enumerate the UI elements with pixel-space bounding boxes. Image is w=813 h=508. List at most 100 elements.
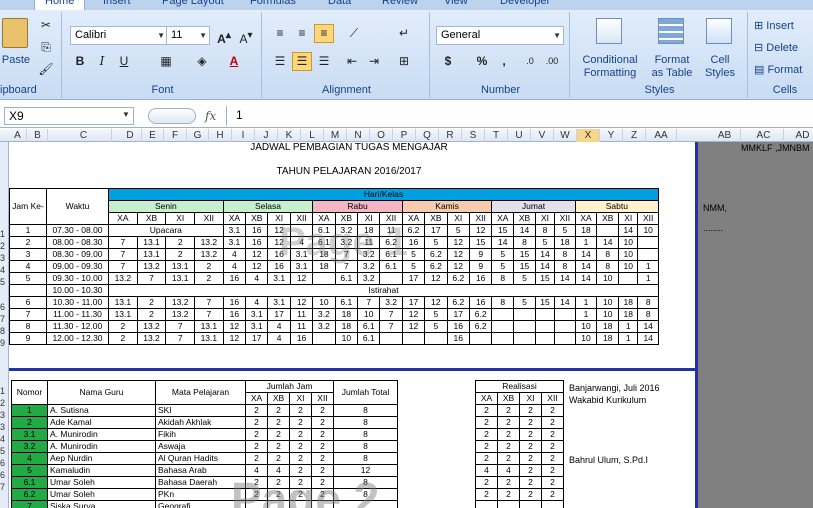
realisasi-cell[interactable]: 2	[541, 428, 564, 441]
insert-cells-button[interactable]: ⊞ Insert	[754, 20, 794, 33]
number-format-combo[interactable]: General ▼	[436, 26, 564, 45]
schedule-cell[interactable]: 12	[245, 248, 269, 261]
schedule-cell[interactable]: 13.1	[165, 272, 196, 285]
class-header[interactable]: XI	[519, 392, 542, 405]
schedule-cell[interactable]: 2	[108, 332, 138, 345]
schedule-cell[interactable]: 5	[513, 272, 536, 285]
align-top-icon[interactable]: ≡	[270, 24, 290, 43]
day-header[interactable]: Jumat	[491, 200, 576, 213]
tab-view[interactable]: View	[444, 0, 468, 9]
teacher-subject[interactable]: Akidah Akhlak	[155, 416, 246, 429]
jam-cell[interactable]: 7	[9, 308, 47, 321]
schedule-cell[interactable]	[513, 332, 536, 345]
schedule-cell[interactable]: 16	[245, 236, 269, 249]
schedule-cell[interactable]: 2	[136, 308, 167, 321]
schedule-cell[interactable]: 18	[554, 236, 576, 249]
hours-cell[interactable]: 2	[267, 416, 290, 429]
schedule-cell[interactable]: 10	[637, 224, 659, 237]
class-header[interactable]: XA	[222, 212, 247, 225]
schedule-cell[interactable]: 4	[245, 296, 269, 309]
orientation-icon[interactable]: ⟋	[344, 24, 364, 43]
realisasi-cell[interactable]: 2	[475, 452, 498, 465]
teacher-name[interactable]: A. Munirodin	[47, 440, 156, 453]
increase-indent-icon[interactable]: ⇥	[364, 52, 384, 71]
schedule-cell[interactable]: 14	[637, 320, 659, 333]
schedule-cell[interactable]: 6.1	[334, 296, 359, 309]
column-header[interactable]: N	[347, 129, 370, 142]
schedule-cell[interactable]: 13.2	[136, 320, 167, 333]
column-header[interactable]: AD	[784, 129, 813, 142]
teacher-number[interactable]: 7	[11, 500, 48, 508]
total-cell[interactable]: 8	[333, 416, 398, 429]
teacher-number[interactable]: 4	[11, 452, 48, 465]
schedule-cell[interactable]: 3.1	[245, 320, 269, 333]
schedule-cell[interactable]	[618, 272, 639, 285]
schedule-cell[interactable]	[401, 332, 426, 345]
schedule-cell[interactable]: 8	[596, 260, 620, 273]
schedule-cell[interactable]	[534, 320, 556, 333]
column-header[interactable]: M	[324, 129, 347, 142]
schedule-cell[interactable]: 16	[222, 272, 247, 285]
name-box[interactable]: X9	[4, 107, 134, 125]
column-header[interactable]: AB	[709, 129, 741, 142]
realisasi-cell[interactable]: 2	[475, 440, 498, 453]
schedule-cell[interactable]: 7	[108, 248, 138, 261]
row-header[interactable]: 3	[0, 410, 9, 420]
schedule-cell[interactable]: 3.1	[222, 224, 247, 237]
realisasi-cell[interactable]: 2	[497, 404, 520, 417]
header-realisasi[interactable]: Realisasi	[475, 380, 564, 393]
class-header[interactable]: XA	[491, 212, 515, 225]
schedule-cell[interactable]: 12	[401, 308, 426, 321]
hours-cell[interactable]: 2	[311, 440, 334, 453]
ceremony-cell[interactable]: Upacara	[108, 224, 224, 237]
schedule-cell[interactable]	[513, 308, 536, 321]
schedule-cell[interactable]: 14	[574, 272, 598, 285]
schedule-cell[interactable]: 7	[357, 296, 381, 309]
row-header[interactable]: 3	[0, 422, 9, 432]
schedule-cell[interactable]: 16	[222, 296, 247, 309]
realisasi-cell[interactable]: 2	[541, 404, 564, 417]
hours-cell[interactable]: 2	[289, 416, 312, 429]
bold-button[interactable]: B	[70, 52, 90, 71]
schedule-cell[interactable]: 12	[222, 320, 247, 333]
class-header[interactable]: XI	[165, 212, 196, 225]
schedule-cell[interactable]: 18	[618, 308, 639, 321]
row-header[interactable]: 6	[0, 302, 9, 312]
schedule-cell[interactable]: 2	[194, 272, 224, 285]
column-header[interactable]: B	[28, 129, 48, 142]
waktu-cell[interactable]: 07.30 - 08.00	[46, 224, 109, 237]
schedule-cell[interactable]: 1	[618, 320, 639, 333]
schedule-cell[interactable]: 13.2	[194, 236, 224, 249]
hours-cell[interactable]: 2	[245, 416, 268, 429]
decrease-decimal-icon[interactable]: .00	[542, 52, 562, 71]
schedule-cell[interactable]: 17	[424, 224, 448, 237]
schedule-cell[interactable]: 3.1	[267, 296, 291, 309]
class-header[interactable]: XB	[245, 212, 269, 225]
schedule-cell[interactable]: 12	[424, 272, 448, 285]
class-header[interactable]: XI	[289, 392, 312, 405]
realisasi-cell[interactable]: 2	[541, 476, 564, 489]
schedule-cell[interactable]: 10	[596, 296, 620, 309]
row-header[interactable]: 2	[0, 241, 9, 251]
schedule-cell[interactable]	[637, 248, 659, 261]
column-header[interactable]: G	[187, 129, 209, 142]
schedule-cell[interactable]: 16	[222, 308, 247, 321]
tab-data[interactable]: Data	[328, 0, 351, 9]
class-header[interactable]: XB	[497, 392, 520, 405]
hours-cell[interactable]: 2	[289, 452, 312, 465]
delete-cells-button[interactable]: ⊟ Delete	[754, 42, 798, 55]
schedule-cell[interactable]: 18	[574, 224, 598, 237]
teacher-name[interactable]: Umar Soleh	[47, 476, 156, 489]
schedule-cell[interactable]: 13.2	[165, 296, 196, 309]
schedule-cell[interactable]: 14	[534, 260, 556, 273]
column-header[interactable]: U	[508, 129, 531, 142]
schedule-cell[interactable]	[491, 308, 515, 321]
realisasi-cell[interactable]: 2	[475, 404, 498, 417]
schedule-cell[interactable]: 14	[618, 224, 639, 237]
cell-styles-button[interactable]: Cell Styles	[698, 54, 742, 80]
schedule-cell[interactable]: 8	[554, 248, 576, 261]
schedule-cell[interactable]: 4	[267, 332, 291, 345]
schedule-cell[interactable]: 12	[245, 260, 269, 273]
schedule-cell[interactable]: 12	[446, 236, 470, 249]
fill-color-icon[interactable]: ◈	[192, 52, 212, 71]
